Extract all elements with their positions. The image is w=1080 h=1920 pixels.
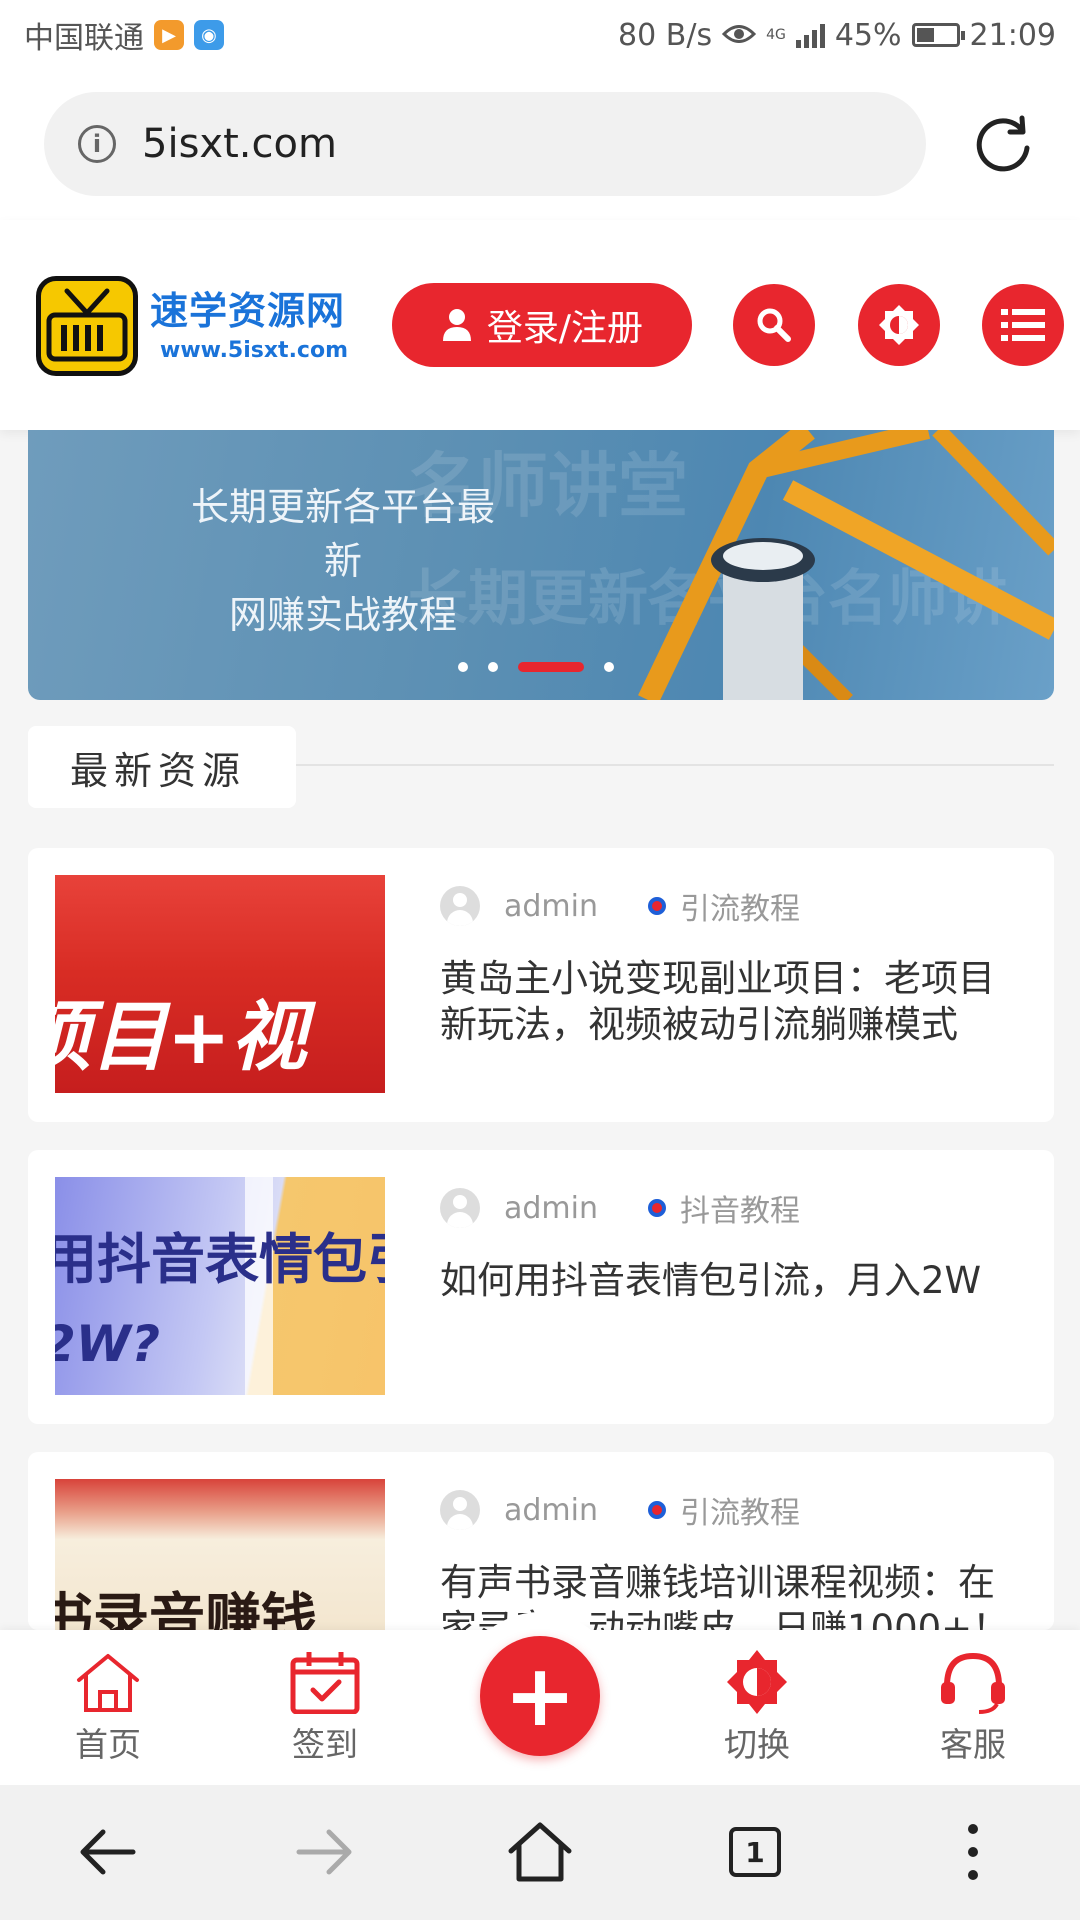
battery-icon (911, 23, 965, 47)
back-button[interactable] (72, 1817, 142, 1887)
carousel-dot-active[interactable] (518, 662, 584, 672)
home-icon (77, 1654, 139, 1712)
browser-address-area: i 5isxt.com (0, 70, 1080, 220)
add-button[interactable]: + (480, 1636, 600, 1756)
net-speed: 80 B/s (618, 17, 713, 53)
tab-count: 1 (729, 1827, 781, 1877)
plus-icon: + (503, 1646, 577, 1746)
status-bar: 中国联通 ▶ ◉ 80 B/s 4G 45% 21:09 (0, 0, 1080, 70)
carousel-dot[interactable] (458, 662, 468, 672)
signal-icon (795, 22, 825, 48)
post-card[interactable]: 用抖音表情包引 2W? admin 抖音教程 如何用抖音表情包引流，月入2W (28, 1150, 1054, 1424)
post-title[interactable]: 黄岛主小说变现副业项目：老项目新玩法，视频被动引流躺赚模式 (440, 956, 1020, 1048)
post-card[interactable]: 书录音赚钱 admin 引流教程 有声书录音赚钱培训课程视频：在家录音，动动嘴皮… (28, 1452, 1054, 1630)
post-card[interactable]: 项目+视 admin 引流教程 黄岛主小说变现副业项目：老项目新玩法，视频被动引… (28, 848, 1054, 1122)
post-meta: admin 引流教程 (440, 1488, 800, 1532)
hero-banner[interactable]: 名师讲堂 长期更新各平台名师讲 长期更新各平台最新 网赚实战教程 (28, 430, 1054, 700)
user-icon (442, 309, 471, 341)
clock: 21:09 (969, 17, 1056, 53)
home-button[interactable] (505, 1817, 575, 1887)
list-menu-icon (1001, 309, 1045, 341)
forward-button[interactable] (290, 1817, 360, 1887)
post-thumbnail[interactable]: 项目+视 (55, 875, 385, 1093)
post-thumbnail[interactable]: 书录音赚钱 (55, 1479, 385, 1630)
post-category[interactable]: 引流教程 (680, 1488, 800, 1532)
brightness-icon (879, 305, 919, 345)
url-text[interactable]: 5isxt.com (142, 121, 337, 167)
home-icon (508, 1822, 572, 1882)
nav-service[interactable]: 客服 (898, 1650, 1048, 1766)
avatar (440, 886, 480, 926)
nav-switch-label: 切换 (724, 1725, 790, 1764)
menu-button[interactable] (982, 284, 1064, 366)
banner-line-2: 网赚实战教程 (228, 593, 457, 637)
search-icon (757, 308, 791, 342)
thumbnail-text: 用抖音表情包引 (55, 1228, 385, 1291)
post-category[interactable]: 抖音教程 (680, 1186, 800, 1230)
section-divider (296, 764, 1054, 766)
nav-switch[interactable]: 切换 (682, 1650, 832, 1766)
more-vertical-icon (968, 1824, 978, 1880)
thumbnail-text: 书录音赚钱 (55, 1588, 317, 1630)
search-button[interactable] (733, 284, 815, 366)
tabs-button[interactable]: 1 (720, 1817, 790, 1887)
brightness-icon (727, 1650, 787, 1714)
login-register-button[interactable]: 登录/注册 (392, 283, 692, 367)
thumbnail-text: 项目+视 (55, 992, 307, 1081)
post-thumbnail[interactable]: 用抖音表情包引 2W? (55, 1177, 385, 1395)
reload-icon[interactable] (970, 110, 1036, 176)
nav-checkin-label: 签到 (292, 1725, 358, 1764)
forward-arrow-icon (296, 1829, 352, 1875)
carrier-label: 中国联通 (24, 21, 144, 56)
post-meta: admin 抖音教程 (440, 1186, 800, 1230)
address-bar[interactable]: i 5isxt.com (44, 92, 926, 196)
info-icon[interactable]: i (78, 125, 116, 163)
avatar (440, 1188, 480, 1228)
banner-caption: 长期更新各平台最新 网赚实战教程 (178, 480, 508, 642)
nav-service-label: 客服 (940, 1725, 1006, 1764)
hotspot-icon: ◉ (194, 20, 224, 50)
post-author[interactable]: admin (504, 889, 598, 924)
post-meta: admin 引流教程 (440, 884, 800, 928)
post-author[interactable]: admin (504, 1493, 598, 1528)
site-url: www.5isxt.com (160, 338, 349, 363)
nav-home[interactable]: 首页 (33, 1650, 183, 1766)
site-logo-icon[interactable] (36, 276, 138, 376)
theme-toggle-button[interactable] (858, 284, 940, 366)
battery-percent: 45% (834, 17, 902, 53)
video-app-icon: ▶ (154, 20, 184, 50)
site-name[interactable]: 速学资源网 (150, 280, 345, 335)
carousel-dot[interactable] (604, 662, 614, 672)
category-dot-icon (648, 1199, 666, 1217)
carousel-dots (458, 662, 614, 672)
avatar (440, 1490, 480, 1530)
login-label: 登录/注册 (486, 308, 644, 349)
thumbnail-text-2: 2W? (55, 1315, 160, 1373)
calendar-check-icon (290, 1652, 360, 1714)
back-arrow-icon (80, 1829, 136, 1875)
more-menu-button[interactable] (938, 1817, 1008, 1887)
network-type: 4G (766, 27, 786, 43)
nav-checkin[interactable]: 签到 (250, 1650, 400, 1766)
post-category[interactable]: 引流教程 (680, 884, 800, 928)
site-header: 速学资源网 www.5isxt.com 登录/注册 (0, 220, 1080, 430)
headset-icon (941, 1652, 1005, 1714)
category-dot-icon (648, 1501, 666, 1519)
crane-illustration (638, 430, 1054, 700)
browser-toolbar: 1 (0, 1785, 1080, 1920)
banner-line-1: 长期更新各平台最新 (190, 485, 495, 583)
category-dot-icon (648, 897, 666, 915)
nav-home-label: 首页 (75, 1725, 141, 1764)
post-author[interactable]: admin (504, 1191, 598, 1226)
eye-icon (721, 18, 757, 53)
carousel-dot[interactable] (488, 662, 498, 672)
section-title: 最新资源 (28, 726, 296, 808)
post-title[interactable]: 如何用抖音表情包引流，月入2W (440, 1258, 1020, 1304)
